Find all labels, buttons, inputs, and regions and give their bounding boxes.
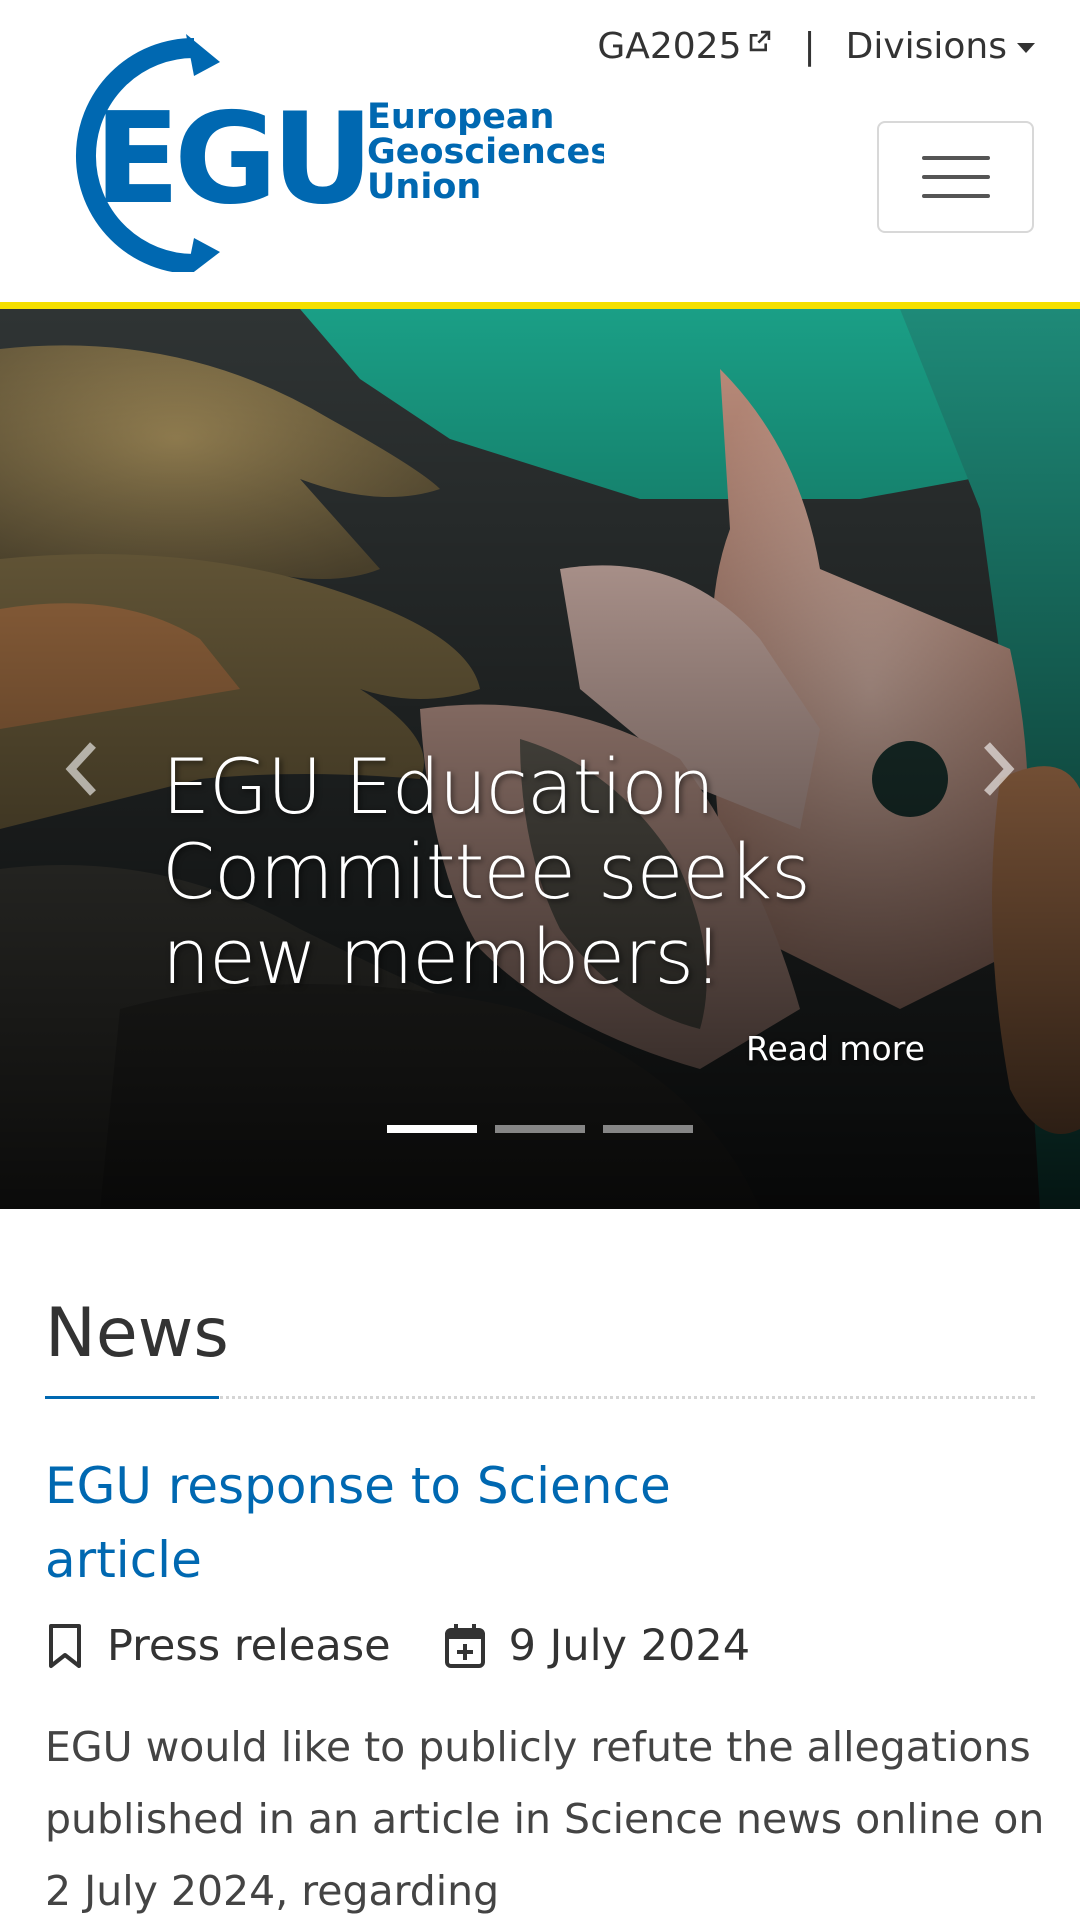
hamburger-menu-button[interactable]: [877, 121, 1034, 233]
divisions-label: Divisions: [845, 26, 1007, 67]
news-heading-rule: [45, 1396, 1035, 1399]
article-date: 9 July 2024: [443, 1621, 750, 1671]
svg-text:Union: Union: [367, 167, 481, 207]
svg-text:Geosciences: Geosciences: [367, 132, 604, 172]
carousel-indicator-3[interactable]: [603, 1125, 693, 1133]
menu-bar-icon: [921, 175, 990, 179]
article-category-label: Press release: [107, 1621, 391, 1671]
carousel-indicator-1[interactable]: [387, 1125, 477, 1133]
caret-down-icon: [1017, 43, 1035, 53]
carousel-slide-title: EGU Education Committee seeks new member…: [162, 742, 811, 1001]
menu-bar-icon: [921, 156, 990, 160]
read-more-link[interactable]: Read more: [746, 1029, 925, 1068]
hero-carousel: EGU Education Committee seeks new member…: [0, 309, 1080, 1209]
egu-logo[interactable]: EGU European Geosciences Union: [44, 32, 604, 272]
article-meta: Press release 9 July 2024: [45, 1621, 1035, 1671]
bookmark-icon: [49, 1624, 81, 1668]
news-section: News EGU response to Science article Pre…: [45, 1294, 1044, 1920]
link-separator: |: [803, 26, 816, 67]
ga2025-label: GA2025: [597, 26, 742, 67]
menu-bar-icon: [921, 194, 990, 198]
carousel-next-button[interactable]: [968, 724, 1028, 814]
external-link-icon: [750, 30, 771, 52]
ga2025-link[interactable]: GA2025: [597, 26, 773, 67]
article-category: Press release: [45, 1621, 391, 1671]
accent-bar: [0, 302, 1080, 309]
top-links: GA2025 | Divisions: [597, 26, 1035, 67]
carousel-indicators: [387, 1125, 693, 1133]
news-heading: News: [45, 1294, 229, 1373]
divisions-dropdown[interactable]: Divisions: [846, 26, 1035, 67]
carousel-prev-button[interactable]: [52, 724, 112, 814]
carousel-indicator-2[interactable]: [495, 1125, 585, 1133]
article-excerpt: EGU would like to publicly refute the al…: [45, 1723, 1045, 1915]
article-date-label: 9 July 2024: [508, 1621, 751, 1671]
chevron-left-icon: [65, 742, 96, 796]
site-header: EGU European Geosciences Union GA2025 | …: [0, 0, 1080, 302]
calendar-plus-icon: [444, 1624, 485, 1668]
article-title-link[interactable]: EGU response to Science article: [45, 1449, 765, 1597]
svg-text:EGU: EGU: [94, 85, 368, 232]
chevron-right-icon: [984, 742, 1015, 796]
svg-text:European: European: [367, 97, 554, 137]
